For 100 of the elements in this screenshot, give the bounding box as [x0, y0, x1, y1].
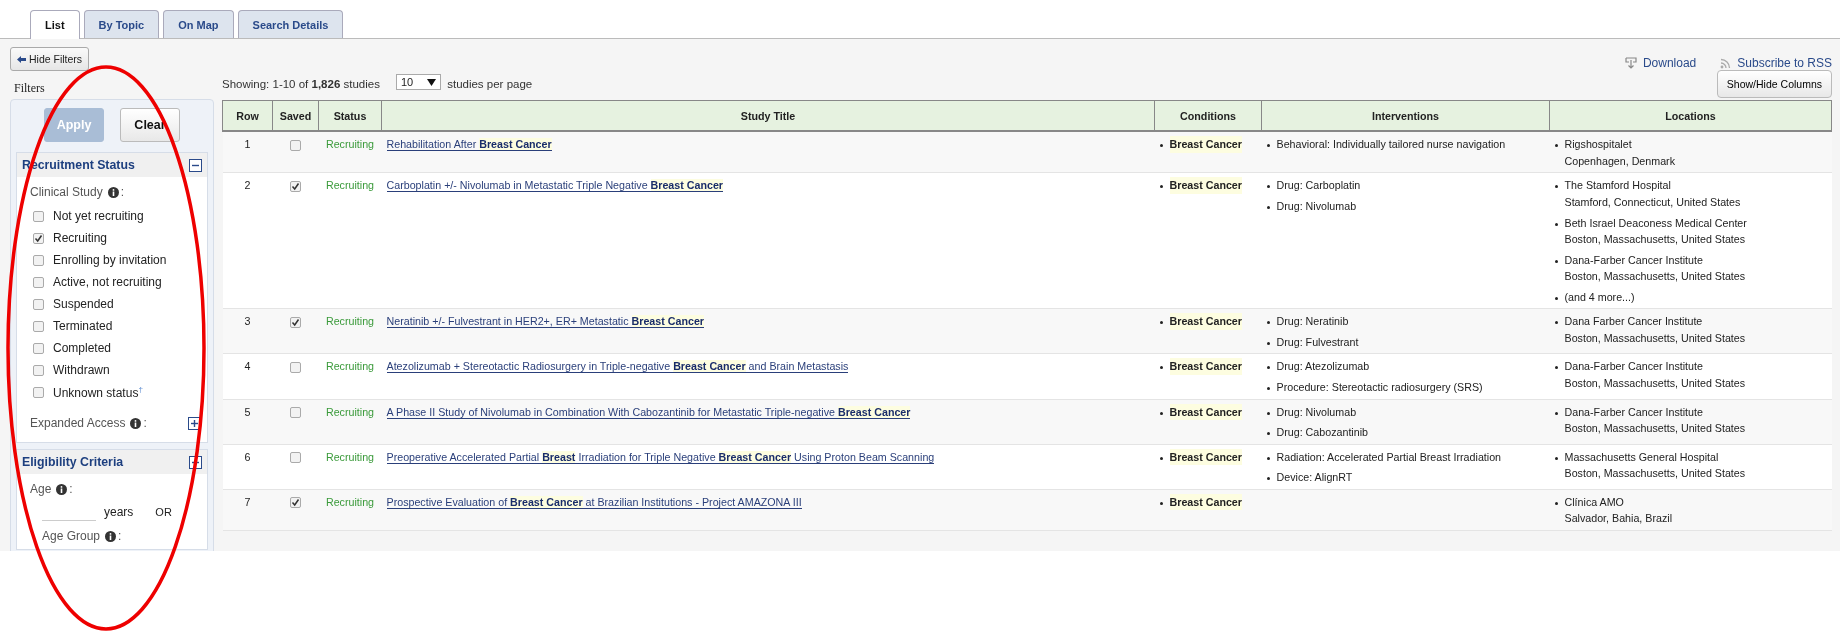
- intervention-text: Drug: Nivolumab: [1276, 198, 1357, 214]
- location-place: Boston, Massachusetts, United States: [1564, 466, 1746, 482]
- location-place: Boston, Massachusetts, United States: [1564, 421, 1746, 437]
- clear-button[interactable]: Clear: [120, 108, 180, 142]
- bullet-icon: [1554, 185, 1558, 189]
- location-place: Copenhagen, Denmark: [1564, 153, 1675, 169]
- column-header[interactable]: Interventions: [1261, 100, 1550, 131]
- option-label: Recruiting: [53, 231, 108, 245]
- study-title-link[interactable]: Neratinib +/- Fulvestrant in HER2+, ER+ Metastatic Breast Cancer: [386, 315, 704, 329]
- checkbox[interactable]: [33, 232, 44, 244]
- bullet-icon: [1266, 205, 1270, 209]
- saved-checkbox[interactable]: [290, 452, 301, 464]
- arrow-left-icon: [17, 55, 26, 63]
- checkbox[interactable]: [33, 320, 44, 332]
- checkbox[interactable]: [33, 276, 44, 288]
- colon: :: [143, 416, 147, 430]
- checkbox[interactable]: [33, 298, 44, 310]
- checkbox[interactable]: [33, 210, 44, 222]
- bullet-icon: [1266, 411, 1270, 415]
- expanded-access-label: Expanded Access: [30, 416, 126, 430]
- colon: :: [120, 185, 125, 199]
- location-name: (and 4 more...): [1564, 289, 1635, 305]
- collapse-toggle-icon[interactable]: [189, 158, 202, 172]
- info-icon[interactable]: [107, 186, 119, 198]
- column-header[interactable]: Status: [318, 100, 382, 131]
- intervention-text: Radiation: Accelerated Partial Breast Irradiation: [1276, 449, 1502, 465]
- bullet-icon: [1159, 321, 1163, 325]
- bullet-icon: [1266, 366, 1270, 370]
- intervention-text: Behavioral: Individually tailored nurse navigation: [1276, 137, 1506, 152]
- study-title-link[interactable]: Atezolizumab + Stereotactic Radiosurgery in Triple-negative Breast Cancer and Brain Metastasis: [386, 360, 849, 374]
- intervention-text: Drug: Atezolizumab: [1276, 359, 1370, 375]
- status-text: Recruiting: [325, 405, 375, 418]
- condition-text: Breast Cancer: [1169, 493, 1242, 511]
- saved-checkbox[interactable]: [290, 407, 301, 419]
- tab[interactable]: By Topic: [83, 10, 160, 38]
- saved-checkbox[interactable]: [290, 139, 301, 151]
- column-header[interactable]: Study Title: [381, 100, 1155, 131]
- saved-checkbox[interactable]: [290, 497, 301, 509]
- intervention-text: Drug: Carboplatin: [1276, 178, 1361, 194]
- saved-checkbox[interactable]: [290, 181, 301, 193]
- option-label: Enrolling by invitation: [53, 253, 167, 267]
- section-title[interactable]: Eligibility Criteria: [22, 455, 124, 469]
- per-page-select[interactable]: 10: [395, 74, 442, 90]
- bullet-icon: [1266, 321, 1270, 325]
- expand-toggle-icon[interactable]: [188, 416, 201, 430]
- bullet-icon: [1554, 411, 1558, 415]
- option-label: Suspended: [53, 297, 114, 311]
- condition-text: Breast Cancer: [1169, 448, 1242, 466]
- intervention-text: Drug: Cabozantinib: [1276, 424, 1368, 440]
- intervention-text: Procedure: Stereotactic radiosurgery (SRS): [1276, 379, 1483, 395]
- study-title-link[interactable]: Prospective Evaluation of Breast Cancer at Brazilian Institutions - Project AMAZONA III: [386, 495, 802, 509]
- column-header[interactable]: Saved: [272, 100, 319, 131]
- saved-checkbox[interactable]: [290, 362, 301, 374]
- option-label: Withdrawn: [53, 363, 110, 377]
- bullet-icon: [1266, 185, 1270, 189]
- bullet-icon: [1266, 144, 1270, 147]
- row-number: 4: [244, 360, 251, 373]
- bullet-icon: [1159, 501, 1163, 505]
- saved-checkbox[interactable]: [290, 317, 301, 329]
- tab[interactable]: List: [30, 10, 80, 39]
- subscribe-rss-link[interactable]: Subscribe to RSS: [1737, 56, 1832, 70]
- tab[interactable]: Search Details: [237, 10, 344, 38]
- location-name: Massachusetts General Hospital: [1564, 449, 1720, 465]
- location-place: Boston, Massachusetts, United States: [1564, 232, 1747, 248]
- hide-filters-button[interactable]: Hide Filters: [10, 47, 90, 71]
- checkbox[interactable]: [33, 254, 44, 266]
- row-number: 1: [244, 138, 251, 150]
- location-name: Clínica AMO: [1564, 494, 1625, 510]
- status-text: Recruiting: [325, 138, 375, 150]
- age-group-label: Age Group: [42, 529, 101, 543]
- tab[interactable]: On Map: [163, 10, 234, 38]
- study-title-link[interactable]: A Phase II Study of Nivolumab in Combination With Cabozantinib for Metastatic Triple-negative Breast Cancer: [386, 405, 911, 419]
- location-place: Boston, Massachusetts, United States: [1564, 376, 1746, 392]
- info-icon[interactable]: [105, 530, 117, 542]
- checkbox[interactable]: [33, 364, 44, 376]
- column-header[interactable]: Row: [222, 100, 273, 131]
- dropdown-caret-icon: [427, 78, 437, 86]
- checkbox[interactable]: [33, 342, 44, 354]
- study-title-link[interactable]: Carboplatin +/- Nivolumab in Metastatic Triple Negative Breast Cancer: [386, 179, 724, 193]
- status-text: Recruiting: [325, 360, 375, 373]
- column-header[interactable]: Conditions: [1154, 100, 1262, 131]
- location-name: Beth Israel Deaconess Medical Center: [1564, 215, 1747, 231]
- row-number: 3: [244, 315, 251, 328]
- info-icon[interactable]: [56, 483, 68, 495]
- bullet-icon: [1554, 222, 1558, 226]
- bullet-icon: [1554, 321, 1558, 325]
- download-link[interactable]: Download: [1642, 56, 1697, 70]
- bullet-icon: [1266, 431, 1270, 435]
- show-hide-columns-button[interactable]: Show/Hide Columns: [1716, 70, 1832, 98]
- row-number: 5: [244, 405, 251, 418]
- status-text: Recruiting: [325, 179, 375, 192]
- info-icon[interactable]: [130, 417, 142, 429]
- condition-text: Breast Cancer: [1169, 136, 1242, 153]
- study-title-link[interactable]: Rehabilitation After Breast Cancer: [386, 138, 552, 151]
- location-name: Dana Farber Cancer Institute: [1564, 314, 1704, 330]
- location-place: Stamford, Connecticut, United States: [1564, 195, 1741, 211]
- location-name: Dana-Farber Cancer Institute: [1564, 359, 1704, 375]
- checkbox[interactable]: [33, 387, 44, 398]
- age-label: Age: [30, 482, 52, 496]
- column-header[interactable]: Locations: [1549, 100, 1832, 131]
